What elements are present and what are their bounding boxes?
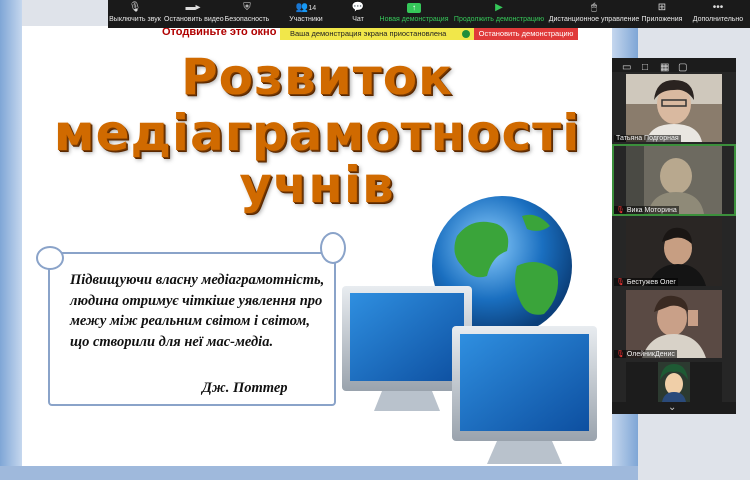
resume-share-label: Продолжить демонстрацию: [453, 16, 545, 23]
remote-control-button[interactable]: 🖱 Дистанционное управление: [548, 0, 640, 28]
chat-label: Чат: [352, 16, 364, 23]
participants-icon: 👥14: [295, 2, 317, 13]
scroll-roll-right: [320, 232, 346, 264]
quote-author: Дж. Поттер: [202, 380, 288, 396]
shield-icon: ⛨: [243, 2, 251, 13]
mic-icon: 🎙: [128, 2, 142, 13]
muted-mic-icon: 🎙: [616, 279, 625, 286]
participant-tile[interactable]: 🎙 ОлейникДенис: [612, 288, 736, 360]
participant-name: Татьяна Подгорная: [614, 135, 681, 142]
mute-label: Выключить звук: [109, 16, 161, 23]
meeting-toolbar: 🎙 Выключить звук ▬▸ Остановить видео ⛨ Б…: [108, 0, 750, 28]
chat-button[interactable]: 💬 Чат: [344, 0, 372, 28]
participant-tile[interactable]: Татьяна Подгорная: [612, 72, 736, 144]
chevron-down-icon[interactable]: ⌄: [668, 402, 676, 413]
muted-mic-icon: 🎙: [616, 351, 625, 358]
globe-computers-illustration: [342, 196, 597, 464]
play-icon: ▶: [495, 2, 503, 13]
participants-label: Участники: [289, 16, 323, 23]
remote-control-label: Дистанционное управление: [548, 16, 640, 23]
participant-video: [626, 290, 722, 358]
more-button[interactable]: ••• Дополнительно: [688, 0, 748, 28]
participant-video: [626, 146, 722, 214]
security-shield-icon: [462, 30, 470, 38]
participant-video: [626, 74, 722, 142]
resume-share-button[interactable]: ▶ Продолжить демонстрацию: [452, 0, 546, 28]
participant-name-text: ОлейникДенис: [626, 351, 675, 358]
quote-scroll: Підвищуючи власну медіаграмотність, люди…: [36, 232, 346, 410]
apps-button[interactable]: ⊞ Приложения: [640, 0, 684, 28]
participants-button[interactable]: 👥14 Участники: [284, 0, 328, 28]
stop-video-label: Остановить видео: [164, 16, 224, 23]
scroll-roll-left: [36, 246, 64, 270]
monitor-front-icon: [452, 326, 597, 464]
more-label: Дополнительно: [692, 16, 744, 23]
participant-tile[interactable]: 🎙 Бестужев Олег: [612, 216, 736, 288]
quote-text: Підвищуючи власну медіаграмотність, люди…: [70, 272, 325, 350]
more-icon: •••: [712, 2, 724, 13]
security-button[interactable]: ⛨ Безопасность: [224, 0, 270, 28]
chat-icon: 💬: [351, 2, 365, 13]
stop-share-button[interactable]: Остановить демонстрацию: [474, 28, 578, 40]
share-icon: ↑: [378, 0, 450, 16]
participant-tile[interactable]: [612, 360, 736, 402]
apps-label: Приложения: [641, 16, 683, 23]
slide-bottom-bar: [0, 466, 638, 480]
new-share-label: Новая демонстрация: [379, 16, 449, 23]
slide-left-border: [0, 0, 22, 480]
slide-title-line-1: Розвиток: [181, 48, 453, 106]
mute-button[interactable]: 🎙 Выключить звук: [108, 0, 162, 28]
presentation-slide: Отодвиньте это окно с Розвиток медіаграм…: [22, 26, 612, 466]
video-icon: ▬▸: [185, 2, 201, 13]
apps-icon: ⊞: [657, 2, 667, 13]
participant-tile-active[interactable]: 🎙 Вика Моторина: [612, 144, 736, 216]
remote-icon: 🖱: [591, 2, 597, 13]
participant-avatar: [626, 362, 722, 402]
participant-name-text: Вика Моторина: [626, 207, 677, 214]
muted-mic-icon: 🎙: [616, 207, 625, 214]
slide-title-line-2: медіаграмотності: [53, 104, 581, 162]
participant-name: 🎙 ОлейникДенис: [614, 350, 677, 358]
participant-name: 🎙 Вика Моторина: [614, 206, 679, 214]
new-share-button[interactable]: ↑ Новая демонстрация: [378, 0, 450, 28]
participant-name: 🎙 Бестужев Олег: [614, 278, 678, 286]
security-label: Безопасность: [224, 16, 270, 23]
share-paused-bar: Ваша демонстрация экрана приостановлена …: [280, 28, 578, 40]
participant-name-text: Бестужев Олег: [626, 279, 676, 286]
participants-count: 14: [308, 5, 317, 12]
stop-video-button[interactable]: ▬▸ Остановить видео: [164, 0, 224, 28]
participants-panel: ▭ □ ▦ ▢ Татьяна Подгорная 🎙 Вика Моторина: [612, 58, 736, 414]
share-paused-text: Ваша демонстрация экрана приостановлена: [290, 29, 447, 38]
participant-video: [626, 218, 722, 286]
